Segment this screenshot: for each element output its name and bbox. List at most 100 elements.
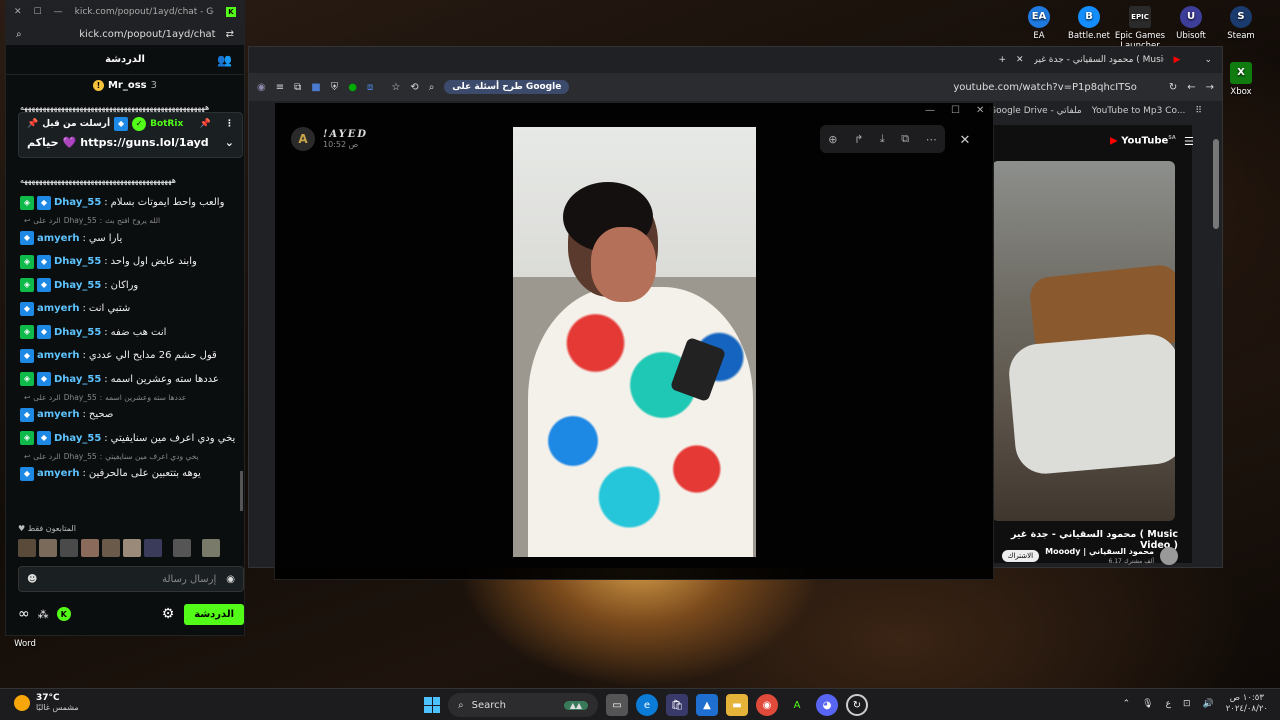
chat-username[interactable]: amyerh xyxy=(37,409,80,420)
chat-url[interactable]: kick.com/popout/1ayd/chat xyxy=(79,29,215,40)
pinned-link[interactable]: https://guns.lol/1ayd xyxy=(80,136,208,149)
forward-icon[interactable]: ↱ xyxy=(854,133,863,146)
reload-icon[interactable]: ↻ xyxy=(1169,82,1177,93)
puzzle-icon[interactable]: ⧉ xyxy=(294,82,301,93)
avatar[interactable] xyxy=(202,539,220,557)
chat-username[interactable]: amyerh xyxy=(37,350,80,361)
app-icon[interactable]: ↻ xyxy=(846,694,868,716)
avatar[interactable] xyxy=(60,539,78,557)
network-icon[interactable]: ⊡ xyxy=(1183,699,1191,709)
desktop-icon-epic[interactable]: EPIC Epic Games Launcher xyxy=(1113,6,1167,51)
forward-icon[interactable]: → xyxy=(1206,82,1214,93)
record-icon[interactable]: ◉ xyxy=(226,574,235,585)
extension-icon[interactable]: ≡ xyxy=(276,82,284,93)
desktop-icon-ea[interactable]: EA EA xyxy=(1012,6,1066,41)
extension-icon[interactable]: ■ xyxy=(311,82,320,93)
task-view-icon[interactable]: ▭ xyxy=(606,694,628,716)
chat-username[interactable]: amyerh xyxy=(37,233,80,244)
clock[interactable]: ١٠:٥٣ ص ٢٠٢٤/٠٨/٢٠ xyxy=(1226,693,1268,715)
chrome-icon[interactable]: ◉ xyxy=(756,694,778,716)
maximize-icon[interactable]: ☐ xyxy=(34,7,42,17)
avatar[interactable] xyxy=(173,539,191,557)
download-icon[interactable]: ⤓ xyxy=(880,132,885,146)
bookmark-yt-mp3[interactable]: YouTube to Mp3 Co... xyxy=(1092,106,1186,116)
browser-scrollbar[interactable] xyxy=(1213,139,1219,229)
volume-icon[interactable]: 🔊 xyxy=(1203,699,1214,709)
install-icon[interactable]: ⟲ xyxy=(410,82,418,93)
more-icon[interactable]: ⋯ xyxy=(926,133,937,146)
site-info-icon[interactable]: ⌕ xyxy=(16,29,22,40)
infinity-icon[interactable]: ∞ xyxy=(18,606,30,622)
star-icon[interactable]: ☆ xyxy=(391,82,400,93)
channel-avatar[interactable] xyxy=(1160,547,1178,565)
open-external-icon[interactable]: ⧉ xyxy=(901,132,909,146)
weather-widget[interactable]: 37°C مشمس غالبًا xyxy=(14,693,79,712)
url-text[interactable]: youtube.com/watch?v=P1p8qhcITSo xyxy=(953,82,1137,93)
microphone-icon[interactable]: 🎙 xyxy=(1142,699,1153,709)
avatar[interactable] xyxy=(123,539,141,557)
desktop-icon-battlenet[interactable]: B Battle.net xyxy=(1062,6,1116,41)
video-player[interactable] xyxy=(992,161,1175,521)
extension-icon[interactable]: ◉ xyxy=(257,82,266,93)
maximize-icon[interactable]: ☐ xyxy=(951,105,960,116)
zoom-in-icon[interactable]: ⊕ xyxy=(828,133,837,146)
desktop-icon-steam[interactable]: S Steam xyxy=(1214,6,1268,41)
subscribe-button[interactable]: الاشتراك xyxy=(1001,550,1040,562)
language-indicator[interactable]: ع xyxy=(1166,699,1171,709)
chat-username[interactable]: Dhay_55 xyxy=(54,374,101,385)
desktop-icon-ubisoft[interactable]: U Ubisoft xyxy=(1164,6,1218,41)
search-icon[interactable]: ⌕ xyxy=(429,82,435,93)
taskbar-search[interactable]: ⌕ Search ▲▲ xyxy=(448,693,598,717)
close-tab-icon[interactable]: ✕ xyxy=(1016,55,1024,65)
users-icon[interactable]: 👥 xyxy=(217,53,232,67)
windows-start-icon[interactable] xyxy=(424,697,440,713)
close-icon[interactable]: ✕ xyxy=(976,105,984,116)
minimize-icon[interactable]: — xyxy=(54,7,63,17)
tune-icon[interactable]: ⇄ xyxy=(226,29,234,40)
minimize-icon[interactable]: — xyxy=(925,105,935,116)
chat-username[interactable]: amyerh xyxy=(37,468,80,479)
shield-icon[interactable]: ⛨ xyxy=(331,82,339,93)
tray-overflow-icon[interactable]: ⌃ xyxy=(1123,699,1131,709)
edge-icon[interactable]: e xyxy=(636,694,658,716)
menu-icon[interactable]: ☰ xyxy=(1184,135,1194,148)
discord-icon[interactable]: ◕ xyxy=(816,694,838,716)
share-icon[interactable]: ⁂ xyxy=(38,608,49,621)
kick-icon[interactable]: K xyxy=(56,607,71,621)
youtube-logo[interactable]: ▶ YouTubeSA xyxy=(1110,135,1176,146)
extension-icon[interactable]: ● xyxy=(348,82,357,93)
chat-send-button[interactable]: الدردشة xyxy=(184,603,244,625)
chat-username[interactable]: Dhay_55 xyxy=(54,280,101,291)
chat-scrollbar[interactable] xyxy=(240,471,243,511)
bookmark-google-drive[interactable]: Google Drive - ملفاتي xyxy=(989,106,1082,116)
new-tab-icon[interactable]: + xyxy=(998,55,1006,65)
store-icon[interactable]: 🛍 xyxy=(666,694,688,716)
unpin-icon[interactable]: 📌 xyxy=(200,119,211,129)
translate-icon[interactable]: ⧈ xyxy=(367,82,373,93)
settings-gear-icon[interactable]: ⚙ xyxy=(162,606,175,622)
avatar[interactable] xyxy=(144,539,162,557)
apps-icon[interactable]: ⠿ xyxy=(1195,106,1202,116)
close-icon[interactable]: ✕ xyxy=(14,7,22,17)
emoji-icon[interactable]: ☻ xyxy=(27,574,37,585)
avatar[interactable] xyxy=(102,539,120,557)
more-icon[interactable]: ⋮ xyxy=(225,119,234,129)
gift-user[interactable]: Mr_oss xyxy=(108,80,147,91)
chat-username[interactable]: Dhay_55 xyxy=(54,197,101,208)
chat-username[interactable]: Dhay_55 xyxy=(54,327,101,338)
tab-dropdown-icon[interactable]: ⌄ xyxy=(1204,55,1212,65)
back-icon[interactable]: ← xyxy=(1187,82,1195,93)
close-viewer-button[interactable]: ✕ xyxy=(954,129,976,151)
chat-input[interactable]: ☻ إرسال رسالة ◉ xyxy=(18,566,244,592)
avatar[interactable] xyxy=(81,539,99,557)
chat-username[interactable]: amyerh xyxy=(37,303,80,314)
browser-tab-youtube[interactable]: محمود السقياني - جدة غير ( Music Video xyxy=(1034,55,1164,65)
chevron-down-icon[interactable]: ⌄ xyxy=(225,136,234,149)
avatar[interactable] xyxy=(39,539,57,557)
avatar[interactable] xyxy=(223,539,241,557)
nvidia-icon[interactable]: A xyxy=(786,694,808,716)
avatar[interactable] xyxy=(18,539,36,557)
photos-icon[interactable]: ▲ xyxy=(696,694,718,716)
channel-name[interactable]: Mooody | محمود السقياني xyxy=(1045,547,1154,556)
ask-google-button[interactable]: طرح أسئلة على Google xyxy=(444,80,570,94)
